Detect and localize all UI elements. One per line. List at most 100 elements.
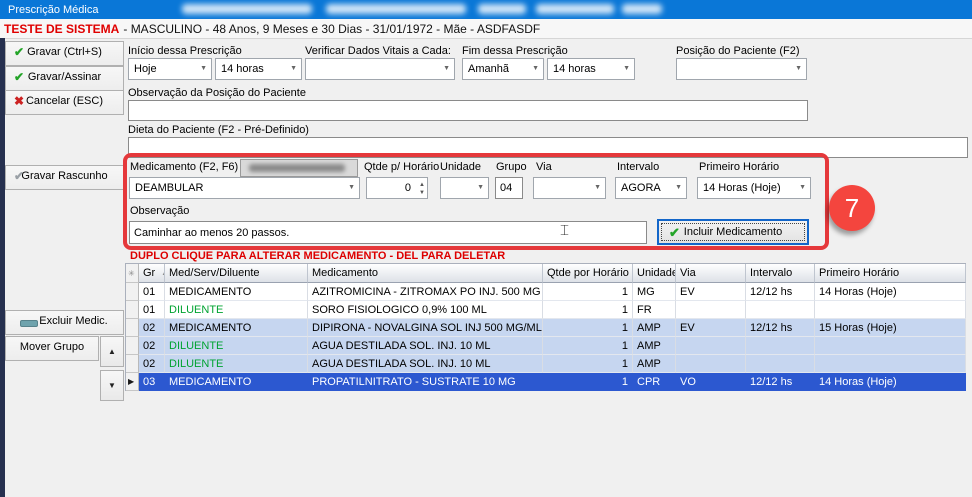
end-time-combobox[interactable]: 14 horas ▼ (547, 58, 635, 80)
cell-unidade[interactable]: AMP (633, 337, 676, 355)
cell-intervalo[interactable]: 12/12 hs (746, 373, 815, 391)
row-indicator-cell[interactable] (126, 319, 139, 337)
cell-unidade[interactable]: FR (633, 301, 676, 319)
cell-medicamento[interactable]: AGUA DESTILADA SOL. INJ. 10 ML (308, 337, 543, 355)
cell-intervalo[interactable]: 12/12 hs (746, 319, 815, 337)
add-medication-button[interactable]: ✔ Incluir Medicamento (657, 219, 809, 245)
column-header-qtde-por-hor-rio[interactable]: Qtde por Horário (543, 264, 633, 283)
cell-tipo[interactable]: DILUENTE (165, 355, 308, 373)
cell-intervalo[interactable] (746, 337, 815, 355)
cell-primeiro-horario[interactable]: 15 Horas (Hoje) (815, 319, 966, 337)
cell-unidade[interactable]: CPR (633, 373, 676, 391)
patient-diet-input[interactable] (128, 137, 968, 158)
cell-via[interactable]: VO (676, 373, 746, 391)
cell-intervalo[interactable]: 12/12 hs (746, 283, 815, 301)
cell-qtde[interactable]: 1 (543, 301, 633, 319)
start-time-combobox[interactable]: 14 horas ▼ (215, 58, 302, 80)
delete-medication-button[interactable]: Excluir Medic. (5, 310, 124, 335)
row-indicator-cell[interactable] (126, 355, 139, 373)
group-input[interactable] (495, 177, 523, 199)
cell-gr[interactable]: 01 (139, 301, 165, 319)
save-draft-button[interactable]: ✔ Gravar Rascunho (5, 165, 124, 190)
cell-tipo[interactable]: DILUENTE (165, 301, 308, 319)
cell-via[interactable] (676, 355, 746, 373)
cell-via[interactable]: EV (676, 319, 746, 337)
column-header-medicamento[interactable]: Medicamento (308, 264, 543, 283)
spin-up-icon[interactable]: ▲ (419, 182, 425, 188)
column-header-via[interactable]: Via (676, 264, 746, 283)
cell-medicamento[interactable]: PROPATILNITRATO - SUSTRATE 10 MG (308, 373, 543, 391)
end-time-value: 14 horas (553, 63, 596, 75)
cell-via[interactable] (676, 301, 746, 319)
row-indicator-cell[interactable]: ▶ (126, 373, 139, 391)
cell-medicamento[interactable]: DIPIRONA - NOVALGINA SOL INJ 500 MG/ML 2 (308, 319, 543, 337)
move-group-up-button[interactable]: ▲ (100, 336, 124, 367)
redacted-text (536, 4, 614, 14)
start-time-value: 14 horas (221, 63, 264, 75)
check-icon: ✔ (14, 67, 24, 88)
move-group-down-button[interactable]: ▼ (100, 370, 124, 401)
cell-primeiro-horario[interactable] (815, 355, 966, 373)
cell-unidade[interactable]: AMP (633, 355, 676, 373)
cell-unidade[interactable]: AMP (633, 319, 676, 337)
cell-gr[interactable]: 01 (139, 283, 165, 301)
observation-input[interactable] (129, 221, 647, 244)
cell-qtde[interactable]: 1 (543, 337, 633, 355)
prescription-window: Prescrição Médica TESTE DE SISTEMA - MAS… (0, 0, 972, 497)
cell-primeiro-horario[interactable] (815, 337, 966, 355)
cell-gr[interactable]: 02 (139, 319, 165, 337)
first-time-combobox[interactable]: 14 Horas (Hoje) ▼ (697, 177, 811, 199)
move-group-button[interactable]: Mover Grupo (5, 336, 99, 361)
check-icon: ✔ (14, 42, 24, 63)
cell-primeiro-horario[interactable]: 14 Horas (Hoje) (815, 283, 966, 301)
cell-gr[interactable]: 02 (139, 355, 165, 373)
column-header-med-serv-diluente[interactable]: Med/Serv/Diluente (165, 264, 308, 283)
cell-medicamento[interactable]: SORO FISIOLOGICO 0,9% 100 ML (308, 301, 543, 319)
cell-qtde[interactable]: 1 (543, 373, 633, 391)
row-indicator-cell[interactable] (126, 337, 139, 355)
save-sign-button[interactable]: ✔ Gravar/Assinar (5, 66, 124, 91)
interval-combobox[interactable]: AGORA ▼ (615, 177, 687, 199)
spin-down-icon[interactable]: ▼ (419, 190, 425, 196)
cell-medicamento[interactable]: AGUA DESTILADA SOL. INJ. 10 ML (308, 355, 543, 373)
cell-via[interactable] (676, 337, 746, 355)
end-day-combobox[interactable]: Amanhã ▼ (462, 58, 544, 80)
qty-per-time-stepper[interactable]: 0 ▲ ▼ (366, 177, 428, 199)
column-header-gr[interactable]: Gr▲ (139, 264, 165, 283)
route-combobox[interactable]: ▼ (533, 177, 606, 199)
cell-primeiro-horario[interactable]: 14 Horas (Hoje) (815, 373, 966, 391)
column-header-intervalo[interactable]: Intervalo (746, 264, 815, 283)
chevron-down-icon: ▼ (200, 65, 207, 72)
start-day-combobox[interactable]: Hoje ▼ (128, 58, 212, 80)
position-observation-input[interactable] (128, 100, 808, 121)
cancel-button[interactable]: ✖ Cancelar (ESC) (5, 90, 124, 115)
cell-medicamento[interactable]: AZITROMICINA - ZITROMAX PO INJ. 500 MG (308, 283, 543, 301)
cell-tipo[interactable]: MEDICAMENTO (165, 373, 308, 391)
cell-qtde[interactable]: 1 (543, 283, 633, 301)
cell-intervalo[interactable] (746, 355, 815, 373)
cell-qtde[interactable]: 1 (543, 319, 633, 337)
cell-qtde[interactable]: 1 (543, 355, 633, 373)
redacted-button[interactable] (240, 159, 358, 177)
patient-position-combobox[interactable]: ▼ (676, 58, 807, 80)
vitals-check-combobox[interactable]: ▼ (305, 58, 455, 80)
unit-combobox[interactable]: ▼ (440, 177, 489, 199)
column-header-unidade[interactable]: Unidade (633, 264, 676, 283)
patient-banner-info: - MASCULINO - 48 Anos, 9 Meses e 30 Dias… (123, 22, 540, 36)
patient-banner: TESTE DE SISTEMA - MASCULINO - 48 Anos, … (0, 19, 972, 39)
row-indicator-cell[interactable] (126, 301, 139, 319)
cell-gr[interactable]: 02 (139, 337, 165, 355)
cell-gr[interactable]: 03 (139, 373, 165, 391)
cell-intervalo[interactable] (746, 301, 815, 319)
save-button[interactable]: ✔ Gravar (Ctrl+S) (5, 41, 124, 66)
cell-unidade[interactable]: MG (633, 283, 676, 301)
cell-via[interactable]: EV (676, 283, 746, 301)
cell-tipo[interactable]: MEDICAMENTO (165, 283, 308, 301)
column-header-primeiro-hor-rio[interactable]: Primeiro Horário (815, 264, 966, 283)
cell-tipo[interactable]: MEDICAMENTO (165, 319, 308, 337)
medication-table[interactable]: ✳Gr▲Med/Serv/DiluenteMedicamentoQtde por… (125, 263, 966, 391)
medication-combobox[interactable]: DEAMBULAR ▼ (129, 177, 360, 199)
cell-tipo[interactable]: DILUENTE (165, 337, 308, 355)
row-indicator-cell[interactable] (126, 283, 139, 301)
cell-primeiro-horario[interactable] (815, 301, 966, 319)
